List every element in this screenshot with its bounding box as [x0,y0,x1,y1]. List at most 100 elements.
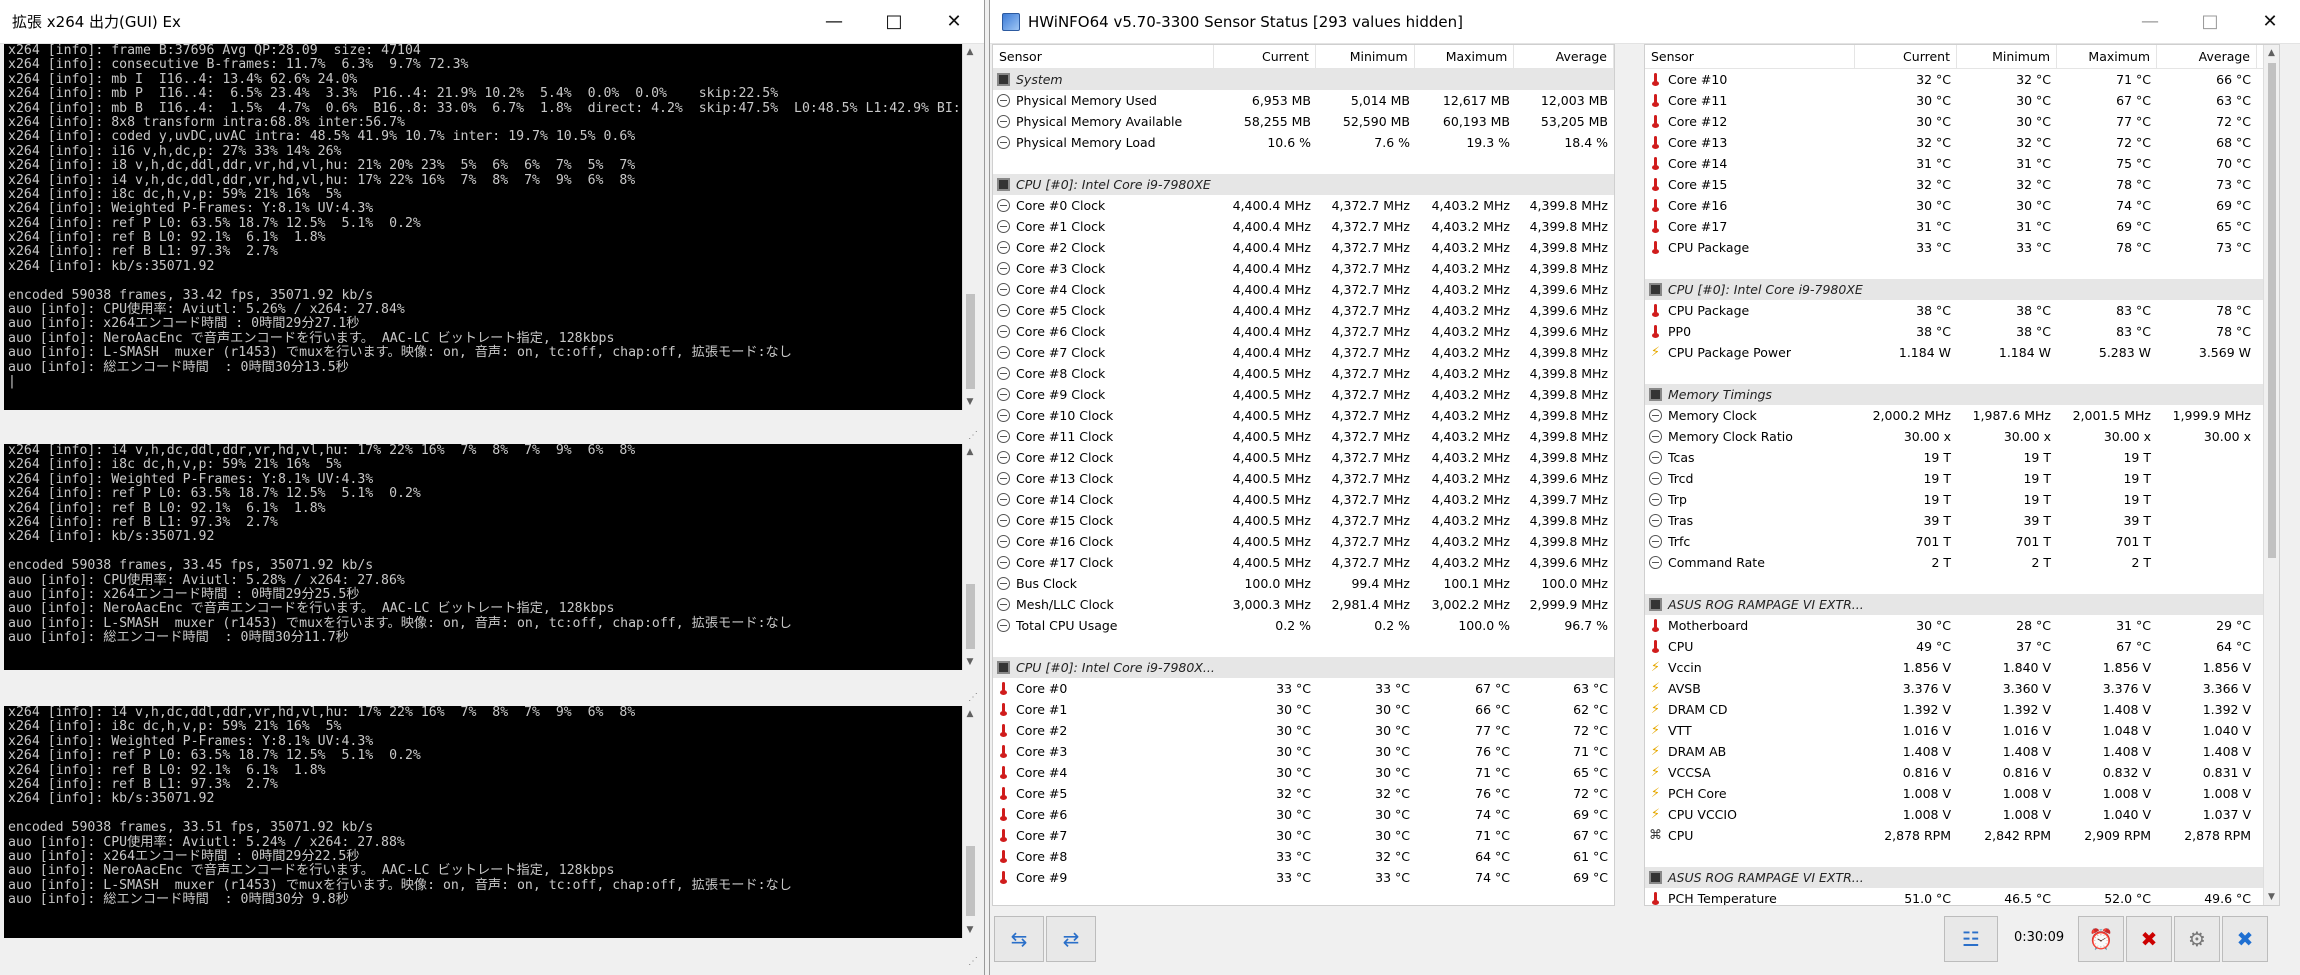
sensor-row[interactable]: Physical Memory Used 6,953 MB 5,014 MB 12,6… [993,90,1614,111]
column-minimum[interactable]: Minimum [1316,45,1415,68]
sensor-row[interactable]: Core #9 Clock 4,400.5 MHz 4,372.7 MHz 4,403… [993,384,1614,405]
arrows-expand-icon[interactable]: ⇆ [994,916,1044,962]
sensor-row[interactable]: Core #16 30 °C 30 °C 74 °C 69 °C [1645,195,2279,216]
sensor-row[interactable]: Core #8 Clock 4,400.5 MHz 4,372.7 MHz 4,403… [993,363,1614,384]
sensor-row[interactable]: Core #5 Clock 4,400.4 MHz 4,372.7 MHz 4,403… [993,300,1614,321]
sensor-row[interactable]: Core #11 Clock 4,400.5 MHz 4,372.7 MHz 4,40… [993,426,1614,447]
scroll-down-icon[interactable]: ▼ [963,922,977,938]
sensor-row[interactable]: Tcas 19 T 19 T 19 T [1645,447,2279,468]
sensor-group-header[interactable]: ASUS ROG RAMPAGE VI EXTR... [1645,594,2279,615]
sensor-row[interactable]: PP0 38 °C 38 °C 83 °C 78 °C [1645,321,2279,342]
scroll-down-icon[interactable]: ▼ [2264,889,2279,905]
console-output-2[interactable]: x264 [info]: i4 v,h,dc,ddl,ddr,vr,hd,vl,… [4,444,966,670]
scroll-down-icon[interactable]: ▼ [963,654,977,670]
sensor-row[interactable]: ⚡ VCCSA 0.816 V 0.816 V 0.832 V 0.831 V [1645,762,2279,783]
hwinfo-titlebar[interactable]: HWiNFO64 v5.70-3300 Sensor Status [293 v… [990,0,2300,44]
sensor-row[interactable]: Core #3 Clock 4,400.4 MHz 4,372.7 MHz 4,403… [993,258,1614,279]
column-maximum[interactable]: Maximum [1415,45,1515,68]
scroll-thumb[interactable] [966,584,975,649]
sensor-row[interactable]: Core #9 33 °C 33 °C 74 °C 69 °C [993,867,1614,888]
sensor-row[interactable]: Core #6 Clock 4,400.4 MHz 4,372.7 MHz 4,403… [993,321,1614,342]
sensor-row[interactable]: Core #15 Clock 4,400.5 MHz 4,372.7 MHz 4,40… [993,510,1614,531]
sensor-row[interactable]: Command Rate 2 T 2 T 2 T [1645,552,2279,573]
maximize-icon[interactable]: □ [864,0,924,44]
sensor-row[interactable]: Motherboard 30 °C 28 °C 31 °C 29 °C [1645,615,2279,636]
scroll-thumb[interactable] [966,294,975,389]
x264-titlebar[interactable]: 拡張 x264 出力(GUI) Ex — □ ✕ [0,0,984,44]
sensor-row[interactable]: Core #15 32 °C 32 °C 78 °C 73 °C [1645,174,2279,195]
sensor-group-header[interactable]: System [993,69,1614,90]
sensor-row[interactable]: ⚡ AVSB 3.376 V 3.360 V 3.376 V 3.366 V [1645,678,2279,699]
sensor-group-header[interactable]: Memory Timings [1645,384,2279,405]
sensor-row[interactable]: Core #1 Clock 4,400.4 MHz 4,372.7 MHz 4,403… [993,216,1614,237]
sensor-pane-left[interactable]: Sensor Current Minimum Maximum Average S… [992,44,1615,906]
sensor-row[interactable]: CPU 49 °C 37 °C 67 °C 64 °C [1645,636,2279,657]
sensor-row[interactable]: Core #3 30 °C 30 °C 76 °C 71 °C [993,741,1614,762]
sensor-row[interactable]: CPU Package 33 °C 33 °C 78 °C 73 °C [1645,237,2279,258]
resize-grip-icon[interactable]: ⋰ [968,956,978,967]
close-icon[interactable]: ✕ [2240,0,2300,44]
sensor-row[interactable]: PCH Temperature 51.0 °C 46.5 °C 52.0 °C 49.6… [1645,888,2279,905]
sensor-row[interactable]: Core #2 30 °C 30 °C 77 °C 72 °C [993,720,1614,741]
sensor-row[interactable]: ⌘ CPU 2,878 RPM 2,842 RPM 2,909 RPM 2,878 RPM [1645,825,2279,846]
gear-icon[interactable]: ⚙ [2174,916,2220,962]
sensor-row[interactable]: Trp 19 T 19 T 19 T [1645,489,2279,510]
reset-report-icon[interactable]: ✖ [2126,916,2172,962]
sensor-row[interactable]: Core #10 32 °C 32 °C 71 °C 66 °C [1645,69,2279,90]
sensor-row[interactable]: ⚡ CPU Package Power 1.184 W 1.184 W 5.283 W 3… [1645,342,2279,363]
sensor-row[interactable]: Mesh/LLC Clock 3,000.3 MHz 2,981.4 MHz 3,00… [993,594,1614,615]
column-maximum[interactable]: Maximum [2057,45,2157,68]
resize-grip-icon[interactable]: ⋰ [968,430,978,441]
scroll-thumb[interactable] [966,846,975,916]
sensor-row[interactable]: Tras 39 T 39 T 39 T [1645,510,2279,531]
sensor-row[interactable]: Bus Clock 100.0 MHz 99.4 MHz 100.1 MHz 100.0… [993,573,1614,594]
sensor-row[interactable]: Core #4 30 °C 30 °C 71 °C 65 °C [993,762,1614,783]
resize-grip-icon[interactable]: ⋰ [968,692,978,703]
column-sensor[interactable]: Sensor [1645,45,1855,68]
sensor-row[interactable]: Core #0 Clock 4,400.4 MHz 4,372.7 MHz 4,403… [993,195,1614,216]
sensor-group-header[interactable]: CPU [#0]: Intel Core i9-7980XE [993,174,1614,195]
sensor-row[interactable]: Physical Memory Load 10.6 % 7.6 % 19.3 % 18.… [993,132,1614,153]
close-icon[interactable]: ✕ [924,0,984,44]
scroll-up-icon[interactable]: ▲ [963,706,977,722]
minimize-icon[interactable]: — [2120,0,2180,44]
sensor-row[interactable]: Core #4 Clock 4,400.4 MHz 4,372.7 MHz 4,403… [993,279,1614,300]
sensor-row[interactable]: Core #7 Clock 4,400.4 MHz 4,372.7 MHz 4,403… [993,342,1614,363]
network-icon[interactable]: ☳ [1944,916,1998,962]
sensor-row[interactable]: Core #8 33 °C 32 °C 64 °C 61 °C [993,846,1614,867]
sensor-row[interactable]: CPU Package 38 °C 38 °C 83 °C 78 °C [1645,300,2279,321]
column-average[interactable]: Average [2157,45,2257,68]
column-current[interactable]: Current [1855,45,1957,68]
scroll-up-icon[interactable]: ▲ [963,444,977,460]
column-current[interactable]: Current [1214,45,1316,68]
sensor-row[interactable]: Physical Memory Available 58,255 MB 52,590… [993,111,1614,132]
sensor-row[interactable]: Core #12 30 °C 30 °C 77 °C 72 °C [1645,111,2279,132]
arrows-collapse-icon[interactable]: ⇄ [1046,916,1096,962]
sensor-row[interactable]: Core #14 31 °C 31 °C 75 °C 70 °C [1645,153,2279,174]
sensor-row[interactable]: Memory Clock Ratio 30.00 x 30.00 x 30.00 x 3… [1645,426,2279,447]
sensor-row[interactable]: Core #2 Clock 4,400.4 MHz 4,372.7 MHz 4,403… [993,237,1614,258]
sensor-row[interactable]: Core #12 Clock 4,400.5 MHz 4,372.7 MHz 4,40… [993,447,1614,468]
sensor-row[interactable]: Core #17 31 °C 31 °C 69 °C 65 °C [1645,216,2279,237]
minimize-icon[interactable]: — [804,0,864,44]
console-1-scrollbar[interactable]: ▲ ▼ [962,44,977,410]
sensor-row[interactable]: ⚡ VTT 1.016 V 1.016 V 1.048 V 1.040 V [1645,720,2279,741]
scroll-thumb[interactable] [2268,63,2276,558]
scroll-up-icon[interactable]: ▲ [2264,45,2279,61]
sensor-row[interactable]: Core #10 Clock 4,400.5 MHz 4,372.7 MHz 4,40… [993,405,1614,426]
sensor-row[interactable]: Core #11 30 °C 30 °C 67 °C 63 °C [1645,90,2279,111]
sensor-row[interactable]: Trfc 701 T 701 T 701 T [1645,531,2279,552]
sensor-row[interactable]: Core #6 30 °C 30 °C 74 °C 69 °C [993,804,1614,825]
close-icon[interactable]: ✖ [2222,916,2268,962]
sensor-pane-right[interactable]: Sensor Current Minimum Maximum Average C… [1644,44,2280,906]
sensor-row[interactable]: ⚡ PCH Core 1.008 V 1.008 V 1.008 V 1.008 V [1645,783,2279,804]
scroll-down-icon[interactable]: ▼ [963,394,977,410]
console-2-scrollbar[interactable]: ▲ ▼ [962,444,977,670]
sensor-row[interactable]: Core #14 Clock 4,400.5 MHz 4,372.7 MHz 4,40… [993,489,1614,510]
sensor-row[interactable]: Trcd 19 T 19 T 19 T [1645,468,2279,489]
console-splitter-1[interactable] [4,412,981,442]
sensor-row[interactable]: Core #13 Clock 4,400.5 MHz 4,372.7 MHz 4,40… [993,468,1614,489]
sensor-group-header[interactable]: CPU [#0]: Intel Core i9-7980X... [993,657,1614,678]
clock-icon[interactable]: ⏰ [2078,916,2124,962]
sensor-row[interactable]: Core #7 30 °C 30 °C 71 °C 67 °C [993,825,1614,846]
